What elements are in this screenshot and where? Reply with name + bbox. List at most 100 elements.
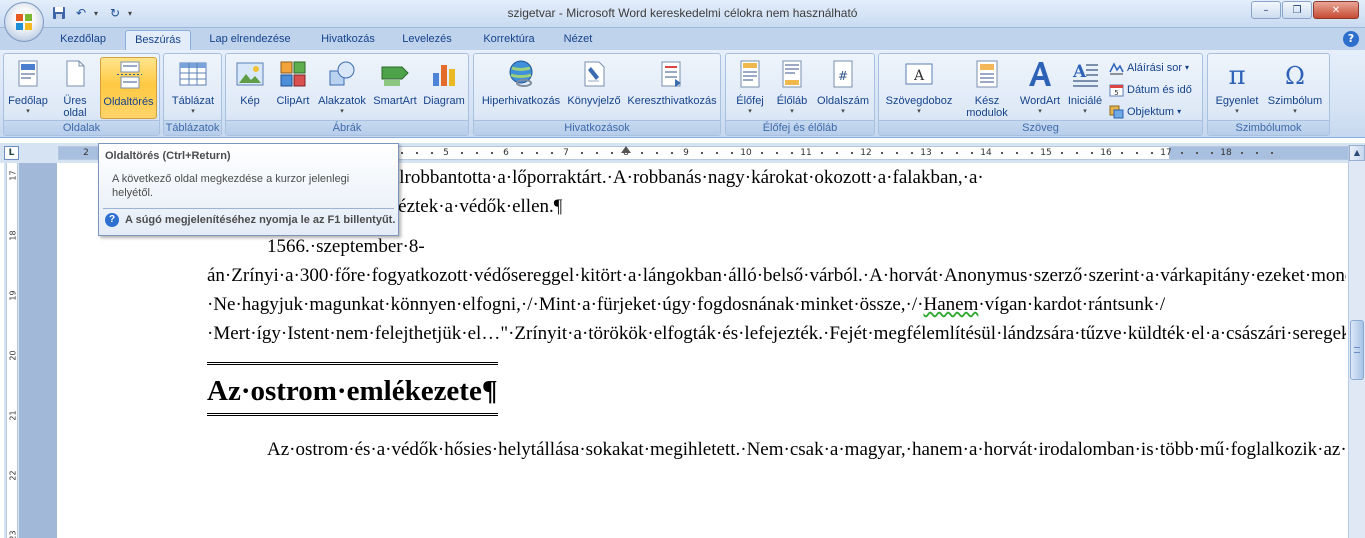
konyvjelzo-label: Könyvjelző: [567, 95, 621, 107]
ruler-number: 15: [1040, 148, 1052, 158]
ruler-tick: [911, 152, 913, 154]
scrollbar-thumb[interactable]: [1350, 320, 1364, 380]
vertical-ruler-number: 18: [8, 230, 18, 241]
ruler-tick: [536, 152, 538, 154]
indent-marker-icon[interactable]: [621, 146, 631, 153]
page-gutter: [19, 163, 57, 538]
ruler-tick: [521, 152, 523, 154]
minimize-button[interactable]: –: [1251, 1, 1281, 19]
clipart-label: ClipArt: [276, 95, 310, 107]
group-szoveg: A Szövegdoboz ▾ Kész modulok WordArt ▾ A…: [878, 53, 1203, 136]
wordart-button[interactable]: WordArt ▾: [1017, 57, 1063, 119]
ruler-number: 14: [980, 148, 992, 158]
vertical-ruler-number: 19: [8, 290, 18, 301]
signature-line-icon: [1109, 61, 1124, 75]
group-label-tablazatok: Táblázatok: [164, 120, 221, 135]
chevron-down-icon: ▾: [841, 108, 845, 115]
ruler-number: 2: [83, 148, 89, 158]
ruler-tick: [776, 152, 778, 154]
tab-beszuras[interactable]: Beszúrás: [125, 30, 191, 50]
oldalszam-button[interactable]: # Oldalszám ▾: [814, 57, 872, 119]
egyenlet-button[interactable]: π Egyenlet ▾: [1211, 57, 1263, 119]
datum-es-ido-label: Dátum és idő: [1127, 83, 1192, 96]
cover-page-icon: [13, 59, 43, 89]
vertical-ruler[interactable]: 17 18 19 20 21 22 23: [4, 163, 19, 538]
vertical-ruler-number: 21: [8, 410, 18, 421]
szovegdoboz-button[interactable]: A Szövegdoboz ▾: [882, 57, 956, 119]
tab-levelezes[interactable]: Levelezés: [395, 30, 459, 50]
ures-oldal-label: Üres oldal: [63, 95, 87, 119]
datum-es-ido-button[interactable]: 5 Dátum és idő: [1109, 80, 1192, 99]
kesz-modulok-button[interactable]: Kész modulok: [958, 57, 1016, 119]
elofej-button[interactable]: Élőfej ▾: [730, 57, 770, 119]
group-hivatkozasok: Hiperhivatkozás Könyvjelző Kereszthivatk…: [473, 53, 721, 136]
ruler-tick: [551, 152, 553, 154]
ruler-tick: [671, 152, 673, 154]
objektum-button[interactable]: Objektum ▾: [1109, 102, 1181, 121]
office-button[interactable]: [4, 2, 44, 42]
paragraph: 1566.·szeptember·8-án·Zrínyi·a·300·főre·…: [207, 232, 1346, 348]
svg-text:Ω: Ω: [1285, 62, 1305, 89]
alairasi-sor-button[interactable]: Aláírási sor ▾: [1109, 58, 1189, 77]
table-icon: [178, 59, 208, 89]
scroll-up-arrow-icon[interactable]: ▲: [1349, 145, 1365, 161]
ruler-tick: [956, 152, 958, 154]
close-button[interactable]: ✕: [1313, 1, 1359, 19]
tab-kezdolap[interactable]: Kezdőlap: [50, 30, 116, 50]
alakzatok-button[interactable]: Alakzatok ▾: [315, 57, 369, 119]
ruler-tick: [851, 152, 853, 154]
tab-lap-elrendezese[interactable]: Lap elrendezése: [200, 30, 300, 50]
tablazat-button[interactable]: Táblázat ▾: [166, 57, 220, 119]
oldalszam-label: Oldalszám: [817, 95, 869, 107]
vertical-ruler-number: 20: [8, 350, 18, 361]
quick-parts-icon: [972, 59, 1002, 89]
cross-reference-icon: [657, 59, 687, 89]
kep-button[interactable]: Kép: [230, 57, 270, 119]
diagram-button[interactable]: Diagram: [421, 57, 467, 119]
clipart-button[interactable]: ClipArt: [273, 57, 313, 119]
iniciale-button[interactable]: A Iniciálé ▾: [1065, 57, 1105, 119]
konyvjelzo-button[interactable]: Könyvjelző: [565, 57, 623, 119]
ruler-number: 16: [1100, 148, 1112, 158]
group-label-szoveg: Szöveg: [879, 120, 1202, 135]
ruler-tick: [1091, 152, 1093, 154]
hiperhivatkozas-button[interactable]: Hiperhivatkozás: [478, 57, 564, 119]
tab-selector[interactable]: L: [4, 146, 19, 160]
ruler-tick: [1016, 152, 1018, 154]
paragraph: Az·ostrom·és·a·védők·hősies·helytállása·…: [267, 439, 1346, 460]
alairasi-sor-label: Aláírási sor: [1127, 61, 1183, 74]
group-elofej-es-elolab: Élőfej ▾ Élőláb ▾ # Oldalszám ▾ Élőfej é…: [725, 53, 875, 136]
maximize-button[interactable]: ❐: [1282, 1, 1312, 19]
ruler-tick: [881, 152, 883, 154]
chevron-down-icon: ▾: [1185, 63, 1190, 72]
oldaltores-label: Oldaltörés: [103, 96, 154, 108]
omega-icon: Ω: [1280, 59, 1310, 90]
blank-page-icon: [60, 59, 90, 89]
tooltip-help: ? A súgó megjelenítéséhez nyomja le az F…: [105, 213, 395, 227]
tab-korrektura[interactable]: Korrektúra: [472, 30, 546, 50]
smartart-button[interactable]: SmartArt: [371, 57, 419, 119]
group-szimbolumok: π Egyenlet ▾ Ω Szimbólum ▾ Szimbólumok: [1207, 53, 1330, 136]
fedolap-button[interactable]: Fedőlap ▾: [7, 57, 49, 119]
tab-nezet[interactable]: Nézet: [556, 30, 600, 50]
drop-cap-icon: A: [1070, 59, 1100, 89]
ruler-tick: [1136, 152, 1138, 154]
chevron-down-icon: ▾: [1235, 108, 1239, 115]
ures-oldal-button[interactable]: Üres oldal: [53, 57, 97, 119]
chevron-down-icon: ▾: [191, 108, 195, 115]
elolab-button[interactable]: Élőláb ▾: [772, 57, 812, 119]
ruler-number: 9: [683, 148, 689, 158]
group-abrak: Kép ClipArt Alakzatok ▾ SmartArt Diagram…: [225, 53, 469, 136]
spelling-error-word[interactable]: Hanem: [923, 294, 978, 315]
vertical-scrollbar[interactable]: ▲: [1348, 145, 1365, 538]
header-icon: [735, 59, 765, 89]
oldaltores-button[interactable]: Oldaltörés: [100, 57, 157, 119]
tab-hivatkozas[interactable]: Hivatkozás: [311, 30, 385, 50]
szimbolum-button[interactable]: Ω Szimbólum ▾: [1264, 57, 1326, 119]
egyenlet-label: Egyenlet: [1215, 95, 1259, 107]
group-label-oldalak: Oldalak: [4, 120, 159, 135]
chart-icon: [429, 59, 459, 89]
help-icon[interactable]: ?: [1343, 31, 1359, 47]
kereszthivatkozas-button[interactable]: Kereszthivatkozás: [625, 57, 719, 119]
chevron-down-icon: ▾: [1177, 107, 1182, 116]
